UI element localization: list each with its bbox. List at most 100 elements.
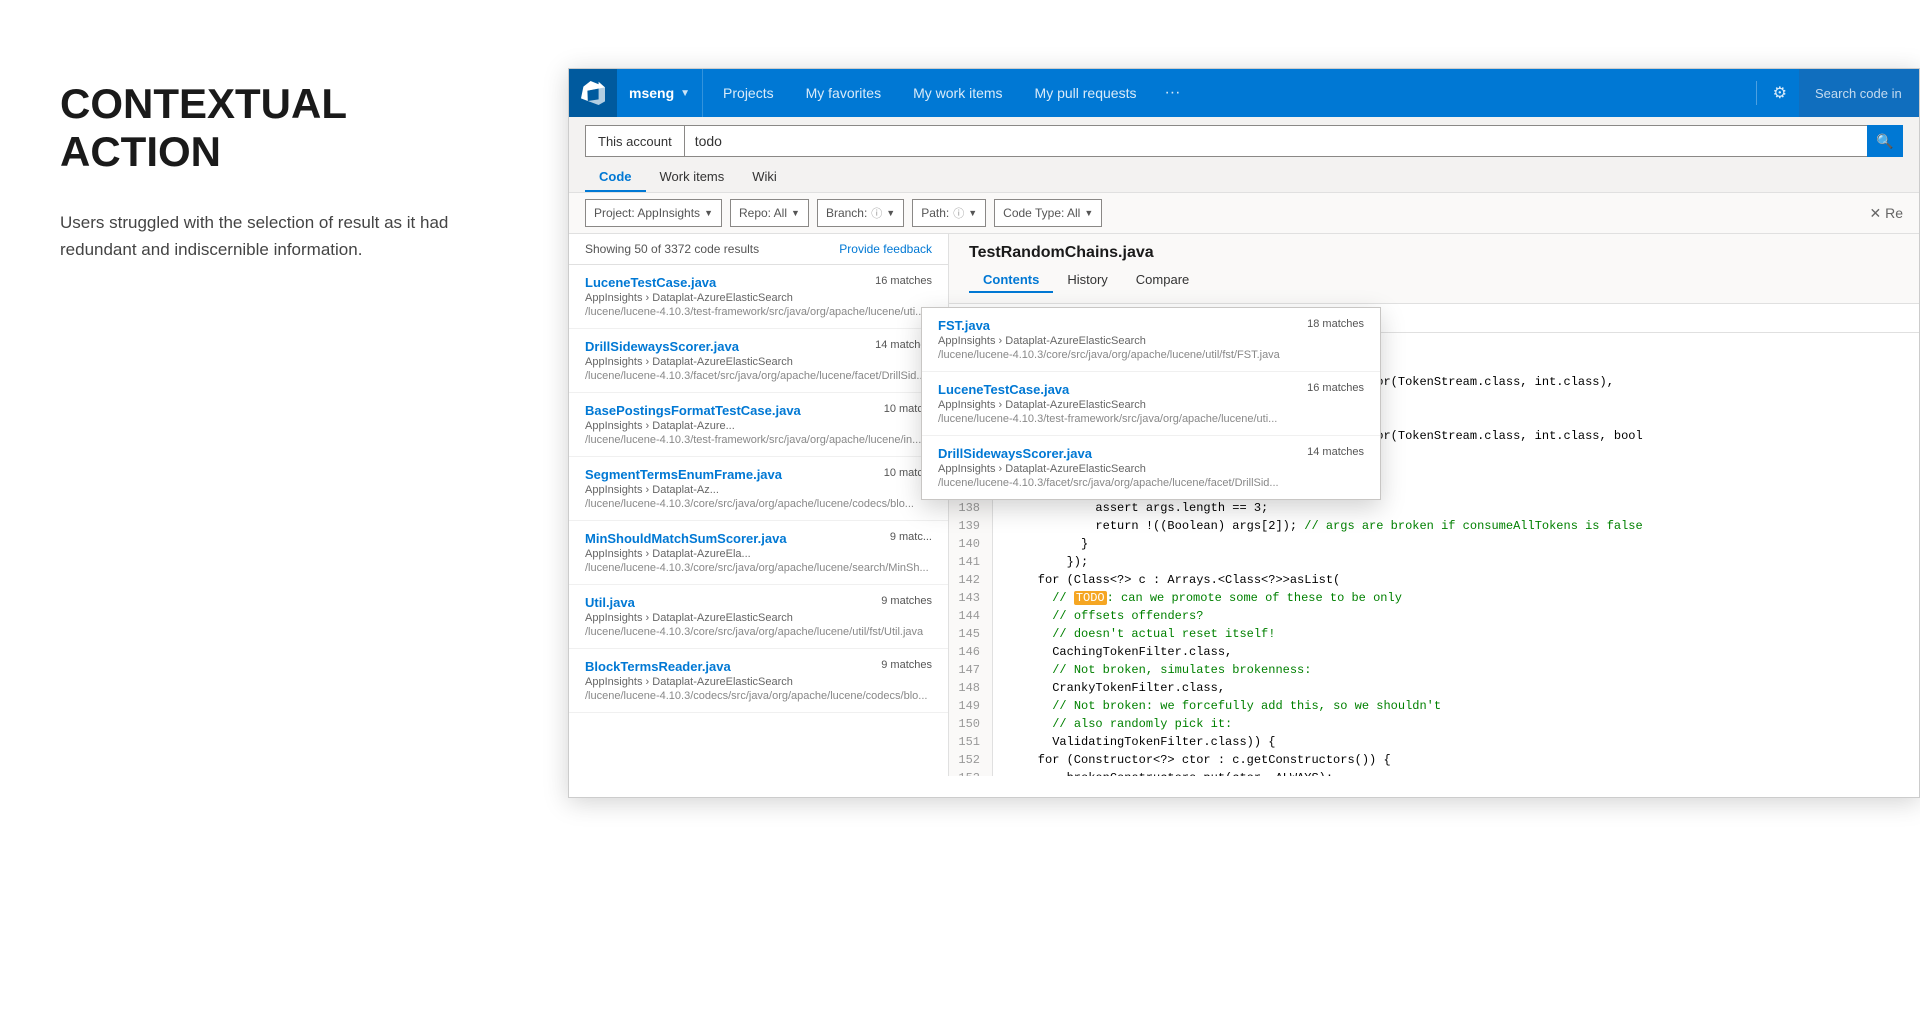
nav-search-code[interactable]: Search code in (1799, 69, 1919, 117)
result-path: /lucene/lucene-4.10.3/facet/src/java/org… (585, 370, 932, 382)
result-path: /lucene/lucene-4.10.3/core/src/java/org/… (585, 562, 932, 574)
result-header-row: MinShouldMatchSumScorer.java 9 matc... (585, 531, 932, 546)
result-header-row: LuceneTestCase.java 16 matches (938, 382, 1364, 397)
search-panel: This account 🔍 Code Work items Wiki (569, 117, 1919, 193)
code-line: for (Class<?> c : Arrays.<Class<?>>asLis… (1009, 571, 1903, 589)
code-line: // offsets offenders? (1009, 607, 1903, 625)
result-filename: LuceneTestCase.java (585, 275, 716, 290)
result-breadcrumb: AppInsights › Dataplat-AzureElasticSearc… (585, 292, 932, 304)
tab-contents[interactable]: Contents (969, 268, 1053, 293)
overlay-item[interactable]: FST.java 18 matches AppInsights › Datapl… (922, 308, 1380, 372)
result-matches: 14 matches (1307, 446, 1364, 458)
tab-history[interactable]: History (1053, 268, 1121, 293)
result-header-row: DrillSidewaysScorer.java 14 matches (938, 446, 1364, 461)
code-line: brokenConstructors.put(ctor, ALWAYS); (1009, 769, 1903, 776)
org-chevron-icon: ▼ (680, 88, 690, 99)
nav-items: Projects My favorites My work items My p… (703, 69, 1752, 117)
code-line: assert args.length == 3; (1009, 499, 1903, 517)
search-account-button[interactable]: This account (585, 125, 684, 157)
result-path: /lucene/lucene-4.10.3/test-framework/src… (938, 413, 1364, 425)
results-summary: Showing 50 of 3372 code results (585, 242, 759, 256)
result-filename: LuceneTestCase.java (938, 382, 1069, 397)
result-matches: 9 matches (881, 659, 932, 671)
result-matches: 18 matches (1307, 318, 1364, 330)
result-header-row: LuceneTestCase.java 16 matches (585, 275, 932, 290)
code-line-todo: // TODO: can we promote some of these to… (1009, 589, 1903, 607)
search-submit-button[interactable]: 🔍 (1867, 125, 1903, 157)
result-path: /lucene/lucene-4.10.3/core/src/java/org/… (585, 498, 932, 510)
code-line: // Not broken, simulates brokenness: (1009, 661, 1903, 679)
code-line: for (Constructor<?> ctor : c.getConstruc… (1009, 751, 1903, 769)
result-matches: 9 matc... (890, 531, 932, 543)
result-header-row: FST.java 18 matches (938, 318, 1364, 333)
code-filename: TestRandomChains.java (969, 244, 1899, 262)
result-item[interactable]: BlockTermsReader.java 9 matches AppInsig… (569, 649, 948, 713)
nav-settings-icon[interactable]: ⚙ (1761, 69, 1799, 117)
result-breadcrumb: AppInsights › Dataplat-AzureElasticSearc… (938, 399, 1364, 411)
tab-code[interactable]: Code (585, 163, 646, 192)
close-filters-button[interactable]: ✕ Re (1869, 205, 1903, 222)
nav-work-items[interactable]: My work items (897, 69, 1018, 117)
org-selector[interactable]: mseng ▼ (617, 69, 703, 117)
result-filename: Util.java (585, 595, 635, 610)
result-item[interactable]: MinShouldMatchSumScorer.java 9 matc... A… (569, 521, 948, 585)
result-breadcrumb: AppInsights › Dataplat-AzureElasticSearc… (585, 676, 932, 688)
code-line: // Not broken: we forcefully add this, s… (1009, 697, 1903, 715)
project-filter[interactable]: Project: AppInsights ▼ (585, 199, 722, 227)
left-panel: CONTEXTUAL ACTION Users struggled with t… (60, 80, 500, 263)
repo-filter-chevron: ▼ (791, 208, 800, 218)
result-breadcrumb: AppInsights › Dataplat-AzureElasticSearc… (938, 463, 1364, 475)
nav-pull-requests[interactable]: My pull requests (1019, 69, 1153, 117)
overlay-item[interactable]: LuceneTestCase.java 16 matches AppInsigh… (922, 372, 1380, 436)
org-name: mseng (629, 85, 674, 101)
result-header-row: BasePostingsFormatTestCase.java 10 matc.… (585, 403, 932, 418)
result-filename: DrillSidewaysScorer.java (938, 446, 1092, 461)
tab-wiki[interactable]: Wiki (738, 163, 791, 192)
result-breadcrumb: AppInsights › Dataplat-Az... (585, 484, 932, 496)
code-line: return !((Boolean) args[2]); // args are… (1009, 517, 1903, 535)
nav-more-button[interactable]: ··· (1152, 69, 1192, 117)
path-filter[interactable]: Path: ⓘ ▼ (912, 199, 986, 227)
search-row: This account 🔍 (585, 125, 1903, 157)
result-header-row: Util.java 9 matches (585, 595, 932, 610)
tab-work-items[interactable]: Work items (646, 163, 739, 192)
path-info-icon: ⓘ (953, 205, 964, 221)
page-heading: CONTEXTUAL ACTION (60, 80, 500, 177)
code-type-filter-chevron: ▼ (1084, 208, 1093, 218)
overlay-item[interactable]: DrillSidewaysScorer.java 14 matches AppI… (922, 436, 1380, 499)
feedback-link[interactable]: Provide feedback (839, 242, 932, 256)
browser-window: mseng ▼ Projects My favorites My work it… (568, 68, 1920, 798)
nav-favorites[interactable]: My favorites (790, 69, 897, 117)
result-breadcrumb: AppInsights › Dataplat-AzureElasticSearc… (585, 612, 932, 624)
result-item[interactable]: Util.java 9 matches AppInsights › Datapl… (569, 585, 948, 649)
azure-devops-logo[interactable] (569, 69, 617, 117)
result-path: /lucene/lucene-4.10.3/test-framework/src… (585, 434, 932, 446)
result-filename: DrillSidewaysScorer.java (585, 339, 739, 354)
code-line: CrankyTokenFilter.class, (1009, 679, 1903, 697)
repo-filter[interactable]: Repo: All ▼ (730, 199, 809, 227)
code-file-header: TestRandomChains.java Contents History C… (949, 234, 1919, 304)
result-item[interactable]: DrillSidewaysScorer.java 14 matches AppI… (569, 329, 948, 393)
page-description: Users struggled with the selection of re… (60, 209, 500, 263)
result-filename: SegmentTermsEnumFrame.java (585, 467, 782, 482)
result-item[interactable]: LuceneTestCase.java 16 matches AppInsigh… (569, 265, 948, 329)
overlay-panel: FST.java 18 matches AppInsights › Datapl… (921, 307, 1381, 500)
path-filter-chevron: ▼ (968, 208, 977, 218)
nav-divider (1756, 81, 1757, 105)
tab-compare[interactable]: Compare (1122, 268, 1203, 293)
code-type-filter[interactable]: Code Type: All ▼ (994, 199, 1102, 227)
filter-bar: Project: AppInsights ▼ Repo: All ▼ Branc… (569, 193, 1919, 234)
result-breadcrumb: AppInsights › Dataplat-AzureElasticSearc… (585, 356, 932, 368)
branch-filter[interactable]: Branch: ⓘ ▼ (817, 199, 904, 227)
result-breadcrumb: AppInsights › Dataplat-AzureElasticSearc… (938, 335, 1364, 347)
result-matches: 9 matches (881, 595, 932, 607)
nav-projects[interactable]: Projects (707, 69, 790, 117)
search-input[interactable] (684, 125, 1867, 157)
result-item[interactable]: SegmentTermsEnumFrame.java 10 matc... Ap… (569, 457, 948, 521)
result-header-row: BlockTermsReader.java 9 matches (585, 659, 932, 674)
result-header-row: DrillSidewaysScorer.java 14 matches (585, 339, 932, 354)
result-item[interactable]: BasePostingsFormatTestCase.java 10 matc.… (569, 393, 948, 457)
result-path: /lucene/lucene-4.10.3/core/src/java/org/… (585, 626, 932, 638)
project-filter-chevron: ▼ (704, 208, 713, 218)
code-line: } (1009, 535, 1903, 553)
